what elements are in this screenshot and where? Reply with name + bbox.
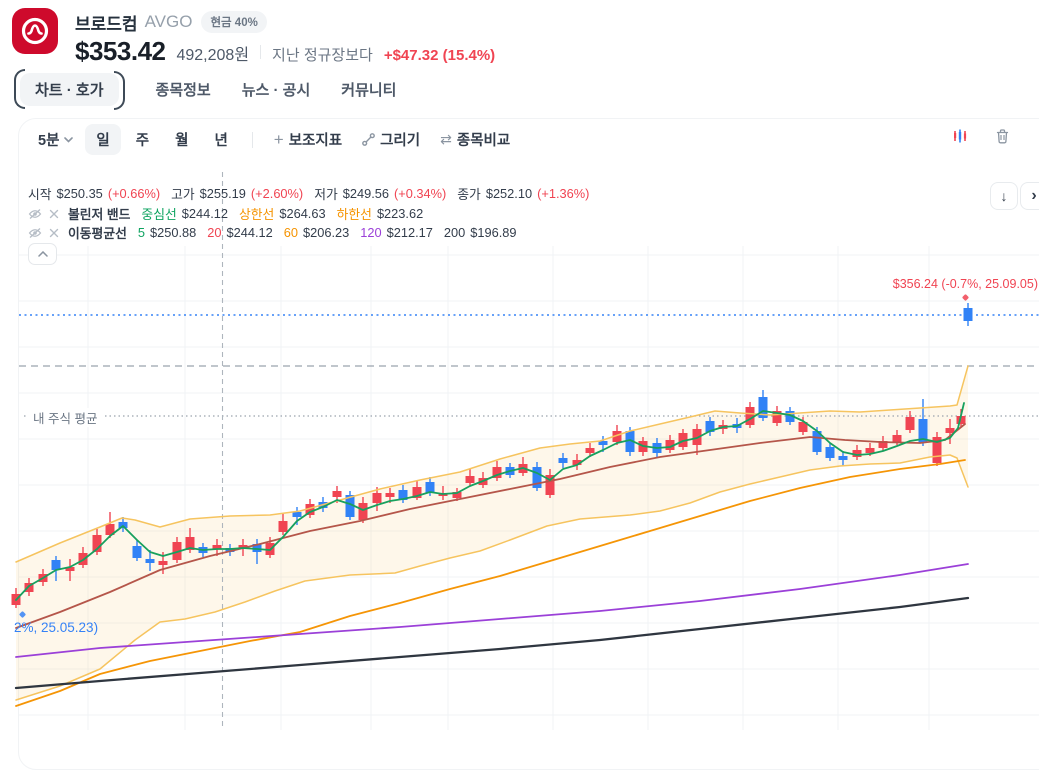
price-change: +$47.32 (15.4%) — [383, 47, 496, 64]
ma120-period: 120 — [360, 225, 382, 240]
interval-dropdown[interactable]: 5분 — [30, 124, 81, 155]
bollinger-lower-value: $223.62 — [376, 206, 424, 221]
bollinger-row: 볼린저 밴드 중심선 $244.12 상한선 $264.63 하한선 $223.… — [28, 204, 423, 223]
my-average-line-label: 내 주식 평균 — [27, 408, 104, 427]
stock-name: 브로드컴 — [75, 14, 138, 34]
buy-point-annotation: 2%, 25.05.23) — [14, 620, 99, 635]
ma60-period: 60 — [283, 225, 298, 240]
range-week-button[interactable]: 주 — [125, 124, 160, 155]
indicator-button[interactable]: + 보조지표 — [266, 124, 350, 155]
high-label: 고가 — [171, 187, 195, 202]
compare-arrows-icon: ⇄ — [440, 131, 452, 147]
ma200-value: $196.89 — [470, 225, 517, 240]
hide-eye-icon[interactable] — [28, 208, 42, 220]
open-value: $250.35 — [56, 186, 103, 201]
stock-ticker: AVGO — [144, 12, 193, 31]
remove-indicator-icon[interactable] — [49, 209, 59, 219]
close-pct: (+1.36%) — [537, 186, 590, 201]
tab-stock-info[interactable]: 종목정보 — [156, 79, 211, 100]
price-krw: 492,208원 — [176, 47, 250, 64]
ma120-value: $212.17 — [386, 225, 433, 240]
collapse-indicators-button[interactable] — [28, 243, 57, 265]
open-label: 시작 — [28, 187, 52, 202]
scroll-to-latest-button[interactable]: ↓ — [990, 182, 1018, 210]
divider — [260, 44, 262, 59]
price-usd: $353.42 — [75, 36, 166, 66]
ma-name: 이동평균선 — [68, 226, 127, 241]
open-pct: (+0.66%) — [107, 186, 161, 201]
ma5-period: 5 — [137, 225, 145, 240]
section-tabs: 차트 · 호가 종목정보 뉴스 · 공시 커뮤니티 — [14, 69, 396, 110]
trash-icon[interactable] — [995, 128, 1010, 144]
low-pct: (+0.34%) — [394, 186, 447, 201]
hide-eye-icon[interactable] — [28, 227, 42, 239]
ma60-value: $206.23 — [303, 225, 350, 240]
chart-toolbar: 5분 일 주 월 년 + 보조지표 그리기 ⇄ 종목비교 — [30, 124, 518, 155]
ma20-period: 20 — [207, 225, 222, 240]
bollinger-upper-value: $264.63 — [279, 206, 326, 221]
compare-label: 지난 정규장보다 — [272, 47, 373, 64]
chevron-right-icon: › — [1031, 187, 1037, 204]
draw-button[interactable]: 그리기 — [354, 124, 428, 155]
bollinger-mid-label: 중심선 — [141, 207, 177, 222]
session-high-annotation: $356.24 (-0.7%, 25.09.05) — [892, 277, 1038, 291]
low-label: 저가 — [314, 187, 338, 202]
high-pct: (+2.60%) — [250, 186, 304, 201]
range-month-button[interactable]: 월 — [164, 124, 199, 155]
range-day-button[interactable]: 일 — [85, 124, 121, 155]
high-value: $255.19 — [199, 186, 246, 201]
tab-community[interactable]: 커뮤니티 — [341, 79, 396, 100]
ma20-value: $244.12 — [226, 225, 273, 240]
plus-icon: + — [273, 129, 284, 149]
moving-average-row: 이동평균선 5 $250.88 20 $244.12 60 $206.23 12… — [28, 223, 517, 242]
bollinger-lower-label: 하한선 — [336, 207, 372, 222]
tab-news-disclosure[interactable]: 뉴스 · 공시 — [242, 79, 311, 100]
chevron-down-icon — [64, 136, 74, 143]
arrow-down-icon: ↓ — [1000, 188, 1008, 204]
low-value: $249.56 — [342, 186, 389, 201]
close-label: 종가 — [457, 187, 481, 202]
divider — [251, 131, 253, 148]
remove-indicator-icon[interactable] — [49, 228, 59, 238]
close-value: $252.10 — [485, 186, 533, 201]
cash-badge: 현금 40% — [201, 11, 267, 33]
ohlc-row: 시작 $250.35 (+0.66%) 고가 $255.19 (+2.60%) … — [28, 184, 589, 203]
range-year-button[interactable]: 년 — [203, 124, 238, 155]
bollinger-mid-value: $244.12 — [181, 206, 229, 221]
bollinger-name: 볼린저 밴드 — [68, 207, 131, 222]
bollinger-upper-label: 상한선 — [239, 207, 275, 222]
expand-chart-button[interactable]: › — [1020, 182, 1039, 210]
chart-style-icon[interactable] — [952, 128, 968, 144]
chevron-up-icon — [37, 251, 48, 257]
broadcom-logo-icon — [12, 8, 58, 54]
tab-chart-quote[interactable]: 차트 · 호가 — [14, 69, 125, 110]
ma200-period: 200 — [443, 225, 466, 240]
trendline-draw-icon — [362, 133, 375, 146]
ma5-value: $250.88 — [150, 225, 197, 240]
compare-button[interactable]: ⇄ 종목비교 — [432, 124, 518, 155]
stock-header: 브로드컴 AVGO 현금 40% $353.42 492,208원 지난 정규장… — [12, 8, 495, 67]
